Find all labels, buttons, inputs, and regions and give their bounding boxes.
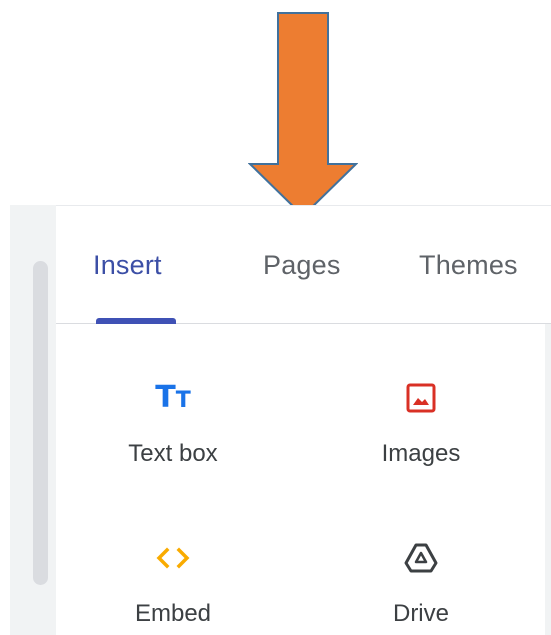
insert-item-label: Images bbox=[381, 440, 461, 467]
tab-pages[interactable]: Pages bbox=[263, 250, 341, 281]
insert-drive-button[interactable]: Drive bbox=[321, 536, 521, 628]
insert-images-button[interactable]: Images bbox=[321, 376, 521, 468]
insert-embed-button[interactable]: Embed bbox=[73, 536, 273, 628]
active-tab-indicator bbox=[96, 318, 176, 324]
text-box-icon: TT bbox=[155, 380, 191, 415]
annotation-arrow-icon bbox=[248, 12, 358, 218]
tab-insert[interactable]: Insert bbox=[93, 250, 162, 281]
scrollbar-thumb[interactable] bbox=[33, 261, 48, 585]
image-icon bbox=[321, 376, 521, 420]
panel-scroll-track bbox=[545, 324, 551, 635]
drive-icon bbox=[321, 536, 521, 580]
insert-item-label: Drive bbox=[392, 600, 449, 627]
tab-themes[interactable]: Themes bbox=[419, 250, 518, 281]
screenshot-stage: Insert Pages Themes TT Text box Images E… bbox=[0, 0, 551, 635]
side-panel: Insert Pages Themes TT Text box Images E… bbox=[56, 205, 551, 635]
insert-text-box-button[interactable]: TT Text box bbox=[73, 376, 273, 468]
embed-code-icon bbox=[73, 536, 273, 580]
left-gutter bbox=[10, 205, 56, 635]
insert-item-label: Embed bbox=[134, 600, 212, 627]
insert-item-label: Text box bbox=[128, 440, 218, 467]
sites-editor-sidebar: Insert Pages Themes TT Text box Images E… bbox=[10, 205, 551, 635]
tab-bar: Insert Pages Themes bbox=[56, 206, 551, 324]
